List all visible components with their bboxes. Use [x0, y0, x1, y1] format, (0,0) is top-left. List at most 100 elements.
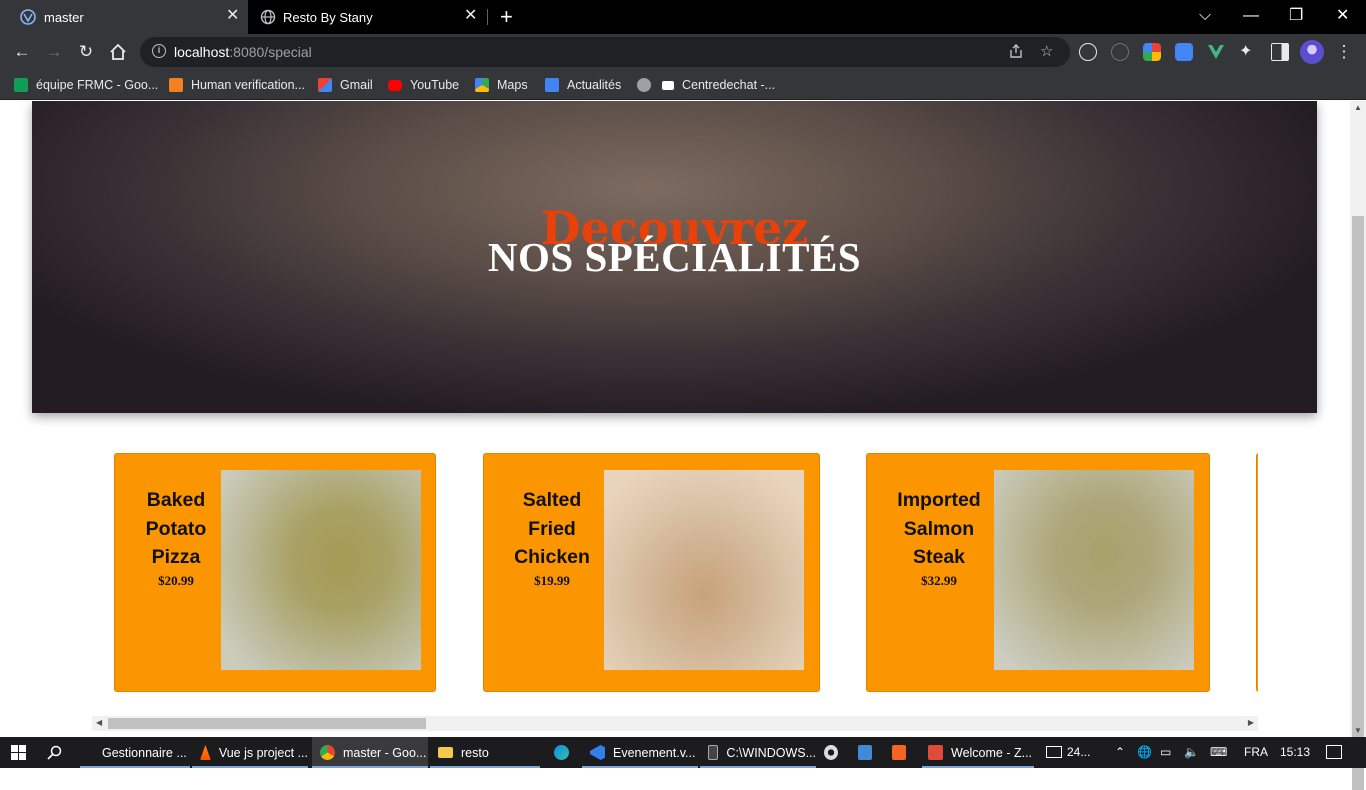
- notifications-icon[interactable]: [1326, 745, 1342, 759]
- volume-icon[interactable]: 🔈: [1184, 745, 1199, 760]
- keyboard-icon[interactable]: ⌨: [1210, 745, 1227, 760]
- site-info-icon[interactable]: i: [152, 44, 166, 58]
- zeal-icon: [928, 745, 943, 760]
- globe-icon: [637, 78, 651, 92]
- taskbar-app-x[interactable]: [892, 737, 914, 768]
- taskbar-edge[interactable]: [554, 737, 578, 768]
- taskbar-obs[interactable]: [824, 737, 846, 768]
- restore-button[interactable]: ❐: [1289, 6, 1303, 26]
- tab-master[interactable]: master ✕: [0, 0, 248, 34]
- bookmark-equipe-frmc[interactable]: équipe FRMC - Goo...: [14, 77, 158, 93]
- bookmark-maps[interactable]: Maps: [475, 77, 528, 93]
- taskbar-label: Evenement.v...: [613, 745, 696, 760]
- taskbar-label: resto: [461, 745, 489, 760]
- news-text: 24...: [1067, 745, 1091, 759]
- taskbar-app-l[interactable]: [858, 737, 880, 768]
- tab-separator: [487, 9, 488, 25]
- address-bar[interactable]: i localhost:8080/special ☆: [140, 37, 1070, 67]
- back-arrow-icon[interactable]: ←: [12, 42, 32, 62]
- page-scrollbar[interactable]: ▲ ▼: [1350, 101, 1366, 790]
- dish-card[interactable]: Imported Salmon Steak $32.99: [866, 453, 1210, 692]
- page-icon: [662, 80, 674, 90]
- record-icon: [824, 745, 838, 760]
- xampp-icon: [892, 745, 906, 760]
- dish-card[interactable]: Baked Potato Pizza $20.99: [114, 453, 436, 692]
- new-tab-button[interactable]: +: [500, 6, 513, 28]
- profile-avatar[interactable]: [1300, 40, 1324, 64]
- scroll-right-icon[interactable]: ▶: [1248, 718, 1254, 727]
- close-tab-icon[interactable]: ✕: [464, 8, 477, 24]
- side-panel-icon[interactable]: [1271, 43, 1289, 61]
- taskbar-vue-project[interactable]: Vue js project ...: [192, 737, 308, 768]
- dish-name-line: Chicken: [514, 546, 590, 568]
- bookmark-centredechat[interactable]: Centredechat -...: [662, 77, 775, 93]
- carousel-scrollbar[interactable]: ◀ ▶: [92, 716, 1258, 731]
- dish-price: $19.99: [534, 573, 570, 588]
- taskbar-resto-folder[interactable]: resto: [430, 737, 540, 768]
- minimize-button[interactable]: —: [1243, 6, 1259, 26]
- bookmark-label: Maps: [497, 78, 528, 92]
- reload-icon[interactable]: ↻: [76, 42, 96, 62]
- dish-name-line: Imported: [897, 489, 981, 511]
- extensions-puzzle-icon[interactable]: ✦: [1239, 43, 1257, 61]
- news-widget[interactable]: 24...: [1046, 745, 1090, 760]
- scroll-down-icon[interactable]: ▼: [1354, 726, 1362, 735]
- sync-extension-icon[interactable]: [1111, 43, 1129, 61]
- scroll-up-icon[interactable]: ▲: [1354, 103, 1362, 112]
- vscode-icon: [590, 745, 605, 760]
- url-host: localhost: [174, 44, 230, 60]
- search-icon[interactable]: [47, 745, 62, 760]
- taskbar-welcome[interactable]: Welcome - Z...: [922, 737, 1034, 768]
- bookmark-globe[interactable]: [637, 77, 659, 93]
- carousel-scroll-thumb[interactable]: [108, 718, 426, 729]
- taskbar-label: Vue js project ...: [218, 745, 308, 760]
- dish-card[interactable]: Salted Fried Chicken $19.99: [483, 453, 820, 692]
- dish-name-line: Pizza: [151, 546, 201, 568]
- taskbar-vscode[interactable]: Evenement.v...: [582, 737, 698, 768]
- youtube-icon: [388, 79, 402, 91]
- terminal-icon: [708, 745, 719, 760]
- close-tab-icon[interactable]: ✕: [226, 8, 239, 24]
- scroll-left-icon[interactable]: ◀: [96, 718, 102, 727]
- color-extension-icon[interactable]: [1143, 43, 1161, 61]
- bookmark-youtube[interactable]: YouTube: [388, 77, 459, 93]
- close-window-button[interactable]: ✕: [1336, 6, 1349, 26]
- dish-photo: [221, 470, 421, 670]
- forward-arrow-icon[interactable]: →: [44, 42, 64, 62]
- vue-extension-icon[interactable]: [1207, 43, 1225, 61]
- windows-start-icon[interactable]: [11, 745, 26, 760]
- chevron-up-icon[interactable]: ⌃: [1115, 745, 1125, 760]
- bookmark-star-icon[interactable]: ☆: [1040, 43, 1053, 61]
- tab-resto-by-stany[interactable]: Resto By Stany ✕: [248, 0, 488, 34]
- taskbar-cmd[interactable]: C:\WINDOWS...: [700, 737, 816, 768]
- share-icon[interactable]: [1008, 43, 1024, 59]
- taskbar-gestionnaire[interactable]: Gestionnaire ...: [80, 737, 190, 768]
- battery-icon[interactable]: ▭: [1160, 745, 1171, 760]
- home-icon[interactable]: [108, 42, 128, 62]
- clock-time[interactable]: 15:13: [1280, 745, 1310, 760]
- bookmark-actualites[interactable]: Actualités: [545, 77, 621, 93]
- dish-price: $32.99: [921, 573, 957, 588]
- dish-photo: [604, 470, 804, 670]
- hero-banner: Decouvrez NOS SPÉCIALITÉS: [32, 101, 1317, 413]
- bookmark-label: YouTube: [410, 78, 460, 92]
- gmail-icon: [318, 78, 332, 92]
- taskbar-chrome-master[interactable]: master - Goo...: [312, 737, 428, 768]
- carousel-clip: [1258, 453, 1350, 692]
- input-language[interactable]: FRA: [1244, 745, 1268, 760]
- dish-name-line: Baked: [146, 489, 206, 511]
- dish-name-line: Steak: [912, 546, 966, 568]
- bookmark-gmail[interactable]: Gmail: [318, 77, 373, 93]
- tab-search-icon[interactable]: ⌵: [1199, 6, 1211, 26]
- wordpress-extension-icon[interactable]: [1079, 43, 1097, 61]
- network-globe-icon[interactable]: 🌐: [1137, 745, 1152, 760]
- address-url: localhost:8080/special: [174, 44, 312, 60]
- kebab-menu-icon[interactable]: ⋮: [1334, 42, 1354, 62]
- tab-title: Resto By Stany: [283, 10, 373, 25]
- translate-extension-icon[interactable]: [1175, 43, 1193, 61]
- taskbar-label: Welcome - Z...: [951, 745, 1033, 760]
- bookmark-human-verification[interactable]: Human verification...: [169, 77, 305, 93]
- page-scroll-thumb[interactable]: [1352, 216, 1364, 790]
- globe-icon: [260, 9, 276, 25]
- edge-icon: [554, 745, 569, 760]
